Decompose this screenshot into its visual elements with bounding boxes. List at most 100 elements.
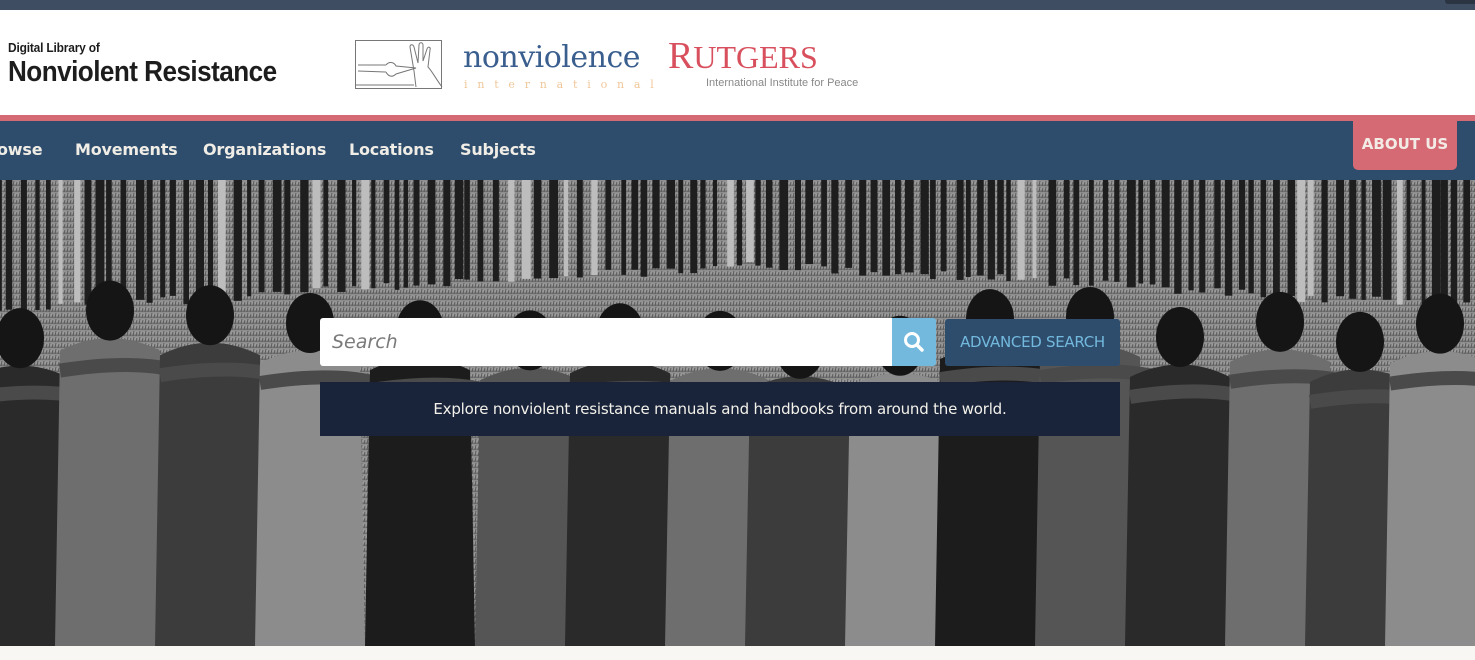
photo-leg-shape bbox=[930, 180, 936, 280]
photo-leg-shape bbox=[183, 180, 189, 305]
photo-leg-shape bbox=[1102, 180, 1109, 281]
photo-leg-shape bbox=[272, 180, 282, 292]
about-us-button[interactable]: ABOUT US bbox=[1353, 121, 1457, 170]
photo-leg-shape bbox=[1238, 180, 1246, 290]
photo-leg-shape bbox=[135, 180, 145, 300]
photo-leg-shape bbox=[1138, 180, 1144, 284]
photo-leg-shape bbox=[477, 180, 484, 282]
photo-leg-shape bbox=[997, 180, 1004, 275]
photo-leg-shape bbox=[1372, 180, 1381, 297]
photo-leg-shape bbox=[821, 180, 827, 267]
photo-leg-shape bbox=[1431, 180, 1441, 304]
photo-leg-shape bbox=[1297, 180, 1306, 302]
nonviolence-wordmark: nonviolence bbox=[463, 40, 641, 75]
photo-leg-shape bbox=[605, 180, 612, 270]
browser-top-strip bbox=[0, 0, 1475, 10]
advanced-search-button[interactable]: ADVANCED SEARCH bbox=[945, 319, 1120, 366]
photo-leg-shape bbox=[576, 180, 583, 278]
photo-leg-shape bbox=[904, 180, 914, 273]
photo-leg-shape bbox=[1214, 180, 1221, 289]
photo-leg-shape bbox=[120, 180, 127, 302]
photo-leg-shape bbox=[690, 180, 698, 274]
photo-leg-shape bbox=[337, 180, 346, 292]
photo-leg-shape bbox=[805, 180, 814, 265]
site-header: Digital Library of Nonviolent Resistance… bbox=[0, 10, 1475, 115]
photo-leg-shape bbox=[1406, 180, 1411, 301]
photo-leg-shape bbox=[284, 180, 291, 295]
nav-item-locations[interactable]: Locations bbox=[349, 140, 434, 159]
photo-leg-shape bbox=[1149, 180, 1156, 285]
site-title-small: Digital Library of bbox=[8, 40, 100, 55]
photo-leg-shape bbox=[1032, 180, 1037, 279]
photo-leg-shape bbox=[746, 180, 754, 263]
photo-head-shape bbox=[1156, 306, 1204, 367]
photo-leg-shape bbox=[765, 180, 773, 268]
photo-leg-shape bbox=[1199, 180, 1206, 293]
photo-person-shape bbox=[155, 342, 265, 646]
photo-leg-shape bbox=[233, 180, 242, 301]
photo-leg-shape bbox=[666, 180, 676, 269]
nav-item-browse[interactable]: owse bbox=[0, 140, 43, 159]
photo-leg-shape bbox=[1017, 180, 1025, 280]
photo-leg-shape bbox=[1161, 180, 1170, 288]
photo-leg-shape bbox=[621, 180, 627, 275]
photo-leg-shape bbox=[195, 180, 205, 299]
search-button[interactable] bbox=[892, 318, 936, 366]
photo-leg-shape bbox=[894, 180, 901, 275]
main-navigation: owse Movements Organizations Locations S… bbox=[0, 121, 1475, 180]
photo-leg-shape bbox=[563, 180, 569, 277]
photo-leg-shape bbox=[1382, 180, 1392, 300]
photo-leg-shape bbox=[965, 180, 971, 277]
photo-leg-shape bbox=[736, 180, 742, 266]
photo-leg-shape bbox=[1224, 180, 1233, 296]
photo-leg-shape bbox=[312, 180, 321, 289]
photo-leg-shape bbox=[454, 180, 464, 280]
international-subtitle: international bbox=[464, 78, 664, 91]
photo-leg-shape bbox=[1260, 180, 1267, 298]
photo-leg-shape bbox=[549, 180, 559, 279]
photo-leg-shape bbox=[1287, 180, 1296, 296]
photo-leg-shape bbox=[640, 180, 648, 277]
nav-item-organizations[interactable]: Organizations bbox=[203, 140, 326, 159]
photo-leg-shape bbox=[0, 180, 2, 311]
site-title-link[interactable]: Digital Library of Nonviolent Resistance bbox=[8, 40, 306, 88]
search-input[interactable] bbox=[320, 318, 892, 366]
photo-leg-shape bbox=[300, 180, 309, 293]
rutgers-wordmark: RUTGERS bbox=[668, 35, 818, 77]
nav-item-subjects[interactable]: Subjects bbox=[460, 140, 536, 159]
photo-leg-shape bbox=[779, 180, 789, 271]
nav-item-movements[interactable]: Movements bbox=[75, 140, 178, 159]
photo-leg-shape bbox=[74, 180, 81, 303]
photo-leg-shape bbox=[5, 180, 13, 310]
photo-leg-shape bbox=[678, 180, 684, 274]
photo-leg-shape bbox=[361, 180, 370, 290]
photo-leg-shape bbox=[700, 180, 706, 269]
photo-leg-shape bbox=[1089, 180, 1094, 286]
rutgers-subtitle: International Institute for Peace bbox=[706, 77, 859, 89]
page-content-start bbox=[0, 646, 1475, 660]
magnifier-icon bbox=[904, 332, 924, 352]
photo-leg-shape bbox=[1349, 180, 1357, 299]
rutgers-logo[interactable]: RUTGERS International Institute for Peac… bbox=[668, 35, 858, 89]
photo-leg-shape bbox=[58, 180, 63, 304]
photo-leg-shape bbox=[403, 180, 409, 288]
photo-leg-shape bbox=[20, 180, 27, 311]
photo-leg-shape bbox=[631, 180, 639, 270]
photo-leg-shape bbox=[146, 180, 153, 303]
photo-leg-shape bbox=[940, 180, 947, 272]
site-title-big: Nonviolent Resistance bbox=[8, 56, 277, 88]
photo-leg-shape bbox=[956, 180, 964, 280]
photo-leg-shape bbox=[1048, 180, 1057, 286]
photo-leg-shape bbox=[383, 180, 390, 284]
photo-leg-shape bbox=[323, 180, 329, 287]
photo-leg-shape bbox=[217, 180, 226, 296]
photo-leg-shape bbox=[1321, 180, 1328, 303]
photo-leg-shape bbox=[859, 180, 867, 276]
photo-leg-shape bbox=[1006, 180, 1011, 281]
photo-leg-shape bbox=[920, 180, 929, 275]
photo-leg-shape bbox=[831, 180, 839, 274]
photo-leg-shape bbox=[207, 180, 214, 296]
photo-leg-shape bbox=[1073, 180, 1080, 286]
photo-leg-shape bbox=[45, 180, 51, 310]
photo-leg-shape bbox=[413, 180, 420, 286]
